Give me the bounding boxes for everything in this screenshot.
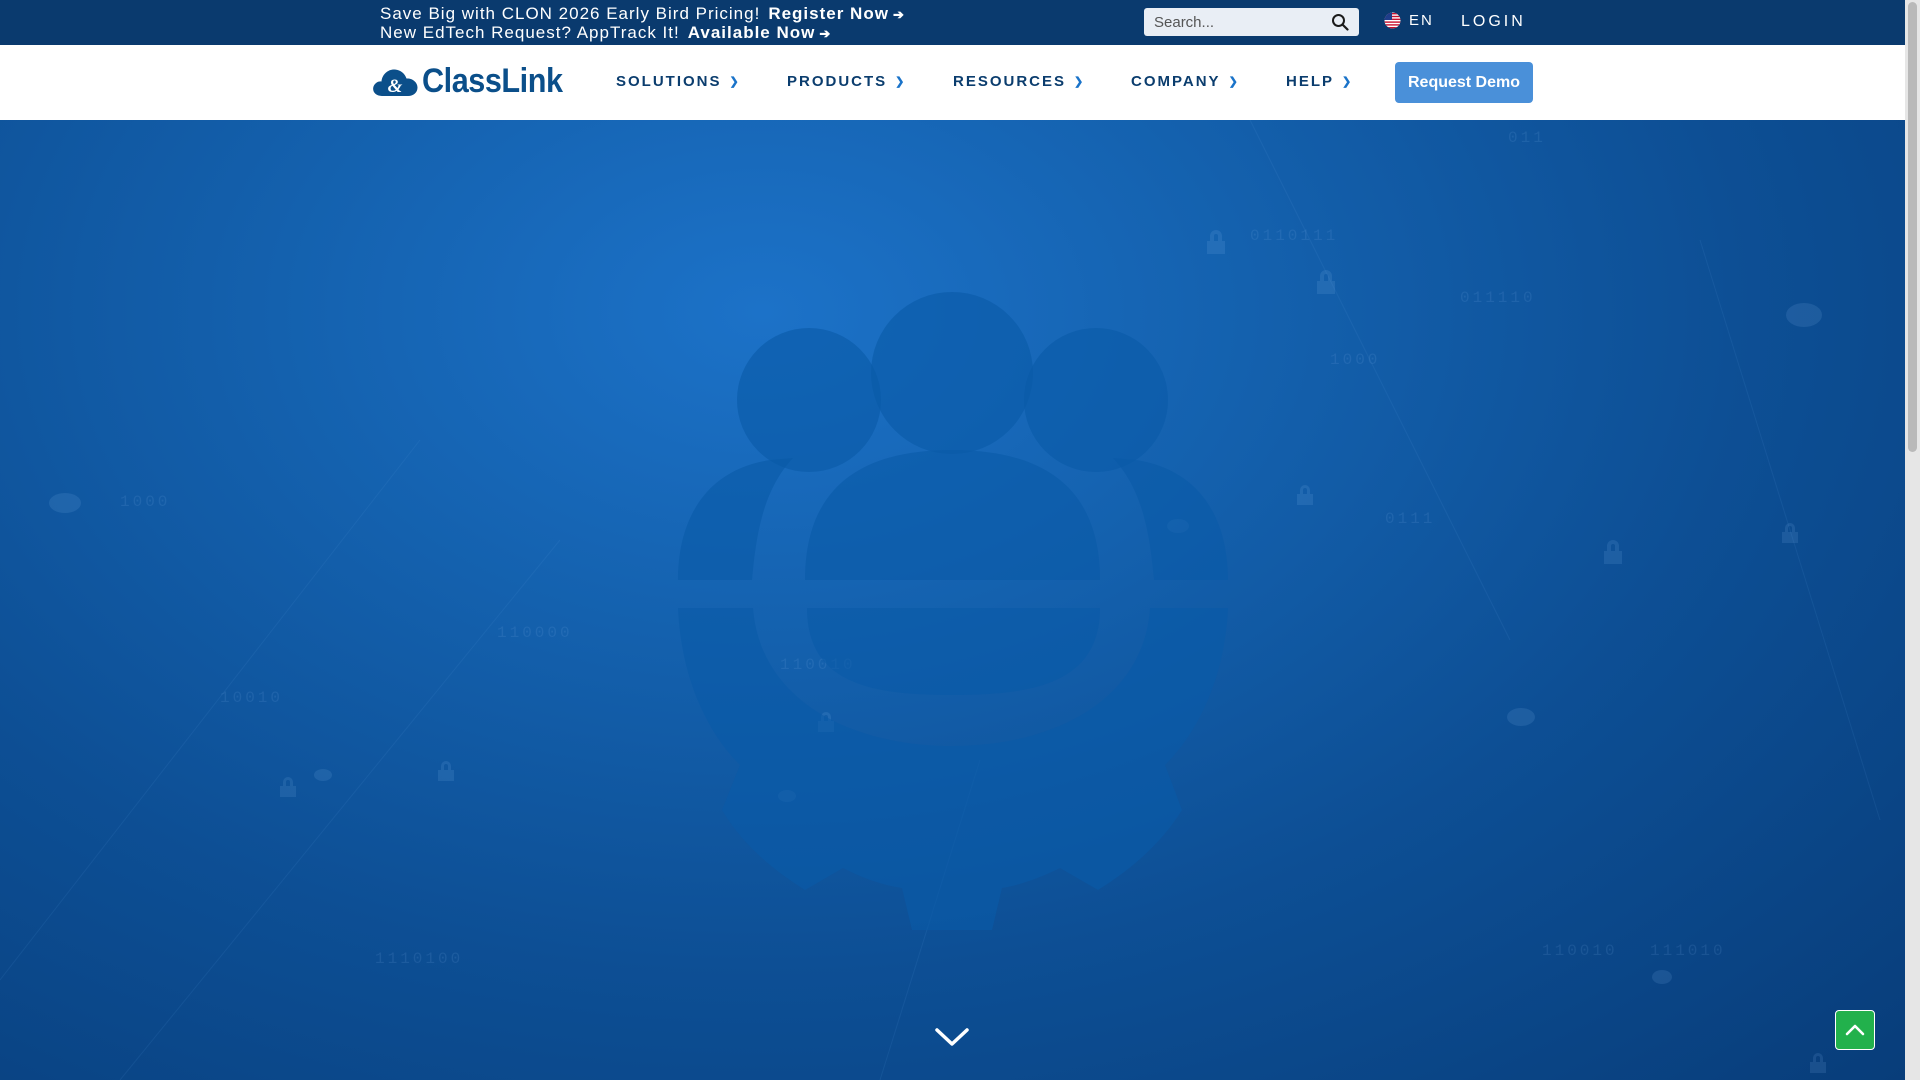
chevron-down-icon: ❯ (895, 76, 907, 88)
menu-company[interactable]: COMPANY ❯ (1131, 73, 1286, 90)
menu-label: HELP (1286, 73, 1335, 90)
chevron-down-icon: ❯ (1342, 76, 1354, 88)
arrow-right-icon: ➔ (892, 7, 905, 22)
apptrack-row: New EdTech Request? AppTrack It! Availabl… (380, 24, 905, 43)
us-flag-icon (1384, 12, 1401, 29)
scrollbar-thumb[interactable] (1908, 2, 1917, 452)
menu-label: SOLUTIONS (616, 73, 722, 90)
top-bar: Save Big with CLON 2026 Early Bird Prici… (0, 0, 1905, 45)
classlink-logo[interactable]: & ClassLink (372, 62, 578, 101)
classlink-cloud-icon: & (373, 68, 418, 97)
search-input[interactable] (1144, 13, 1324, 31)
hero-section: 1000 0111 110000 1110100 110010 011110 1… (0, 120, 1905, 1080)
menu-help[interactable]: HELP ❯ (1286, 73, 1353, 90)
announcements: Save Big with CLON 2026 Early Bird Prici… (380, 5, 905, 43)
arrow-right-icon: ➔ (819, 26, 832, 41)
chevron-down-icon: ❯ (1228, 76, 1240, 88)
menu-label: RESOURCES (953, 73, 1067, 90)
menu-solutions[interactable]: SOLUTIONS ❯ (616, 73, 787, 90)
search-box (1144, 8, 1359, 36)
available-now-link[interactable]: Available Now ➔ (688, 23, 832, 42)
menu-products[interactable]: PRODUCTS ❯ (787, 73, 953, 90)
promo-row: Save Big with CLON 2026 Early Bird Prici… (380, 5, 905, 24)
language-selector[interactable]: EN (1384, 12, 1434, 29)
chevron-down-icon: ❯ (729, 76, 741, 88)
chevron-down-icon: ❯ (1074, 76, 1086, 88)
chevron-up-icon (1845, 1024, 1865, 1036)
primary-menu: SOLUTIONS ❯ PRODUCTS ❯ RESOURCES ❯ COMPANY ❯… (616, 73, 1353, 90)
back-to-top-button[interactable] (1835, 1010, 1875, 1050)
search-icon[interactable] (1331, 13, 1349, 31)
menu-label: PRODUCTS (787, 73, 888, 90)
menu-label: COMPANY (1131, 73, 1221, 90)
apptrack-text: New EdTech Request? AppTrack It! (380, 23, 680, 42)
language-label: EN (1409, 12, 1434, 29)
scroll-down-chevron-icon[interactable] (934, 1026, 970, 1048)
users-gear-illustration (678, 292, 1228, 930)
logo-text: ClassLink (422, 62, 563, 100)
register-now-link[interactable]: Register Now ➔ (768, 4, 905, 23)
login-link[interactable]: LOGIN (1461, 13, 1526, 31)
page-scrollbar[interactable] (1905, 0, 1920, 1080)
main-nav: & ClassLink SOLUTIONS ❯ PRODUCTS ❯ RESOURC… (0, 45, 1905, 120)
menu-resources[interactable]: RESOURCES ❯ (953, 73, 1131, 90)
request-demo-button[interactable]: Request Demo (1395, 62, 1533, 103)
promo-text: Save Big with CLON 2026 Early Bird Prici… (380, 4, 761, 23)
svg-text:&: & (388, 76, 403, 97)
